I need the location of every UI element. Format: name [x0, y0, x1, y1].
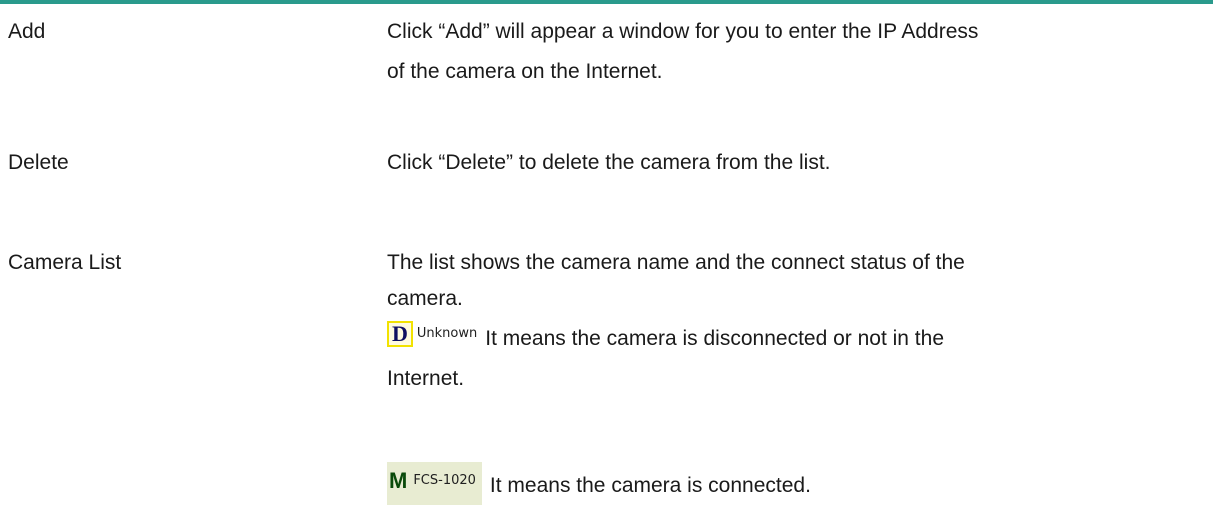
term-add: Add	[8, 20, 46, 43]
top-divider	[0, 0, 1213, 4]
status-letter: M	[387, 468, 410, 493]
camera-name: Unknown	[416, 326, 478, 341]
connected-status-icon: M FCS-1020	[387, 462, 482, 505]
description-line: Click “Add” will appear a window for you…	[387, 20, 979, 43]
description-line: Click “Delete” to delete the camera from…	[387, 151, 831, 174]
description-camera-list: The list shows the camera name and the c…	[387, 243, 1207, 319]
description-line: camera.	[387, 287, 463, 310]
status-letter: D	[387, 321, 413, 347]
status-description-continued: Internet.	[387, 367, 465, 390]
term-camera-list: Camera List	[8, 251, 122, 274]
term-delete: Delete	[8, 151, 69, 174]
status-disconnected: D Unknown It means the camera is disconne…	[387, 319, 1207, 362]
status-disconnected-continued: Internet.	[387, 359, 1207, 399]
description-line: of the camera on the Internet.	[387, 60, 663, 83]
status-connected: M FCS-1020 It means the camera is connect…	[387, 462, 1207, 509]
description-add: Click “Add” will appear a window for you…	[387, 12, 1207, 92]
camera-name: FCS-1020	[413, 473, 476, 488]
description-line: The list shows the camera name and the c…	[387, 251, 965, 274]
disconnected-status-icon: D Unknown	[387, 315, 477, 358]
status-description: It means the camera is disconnected or n…	[485, 327, 944, 350]
description-delete: Click “Delete” to delete the camera from…	[387, 143, 1207, 183]
status-description: It means the camera is connected.	[489, 474, 811, 497]
